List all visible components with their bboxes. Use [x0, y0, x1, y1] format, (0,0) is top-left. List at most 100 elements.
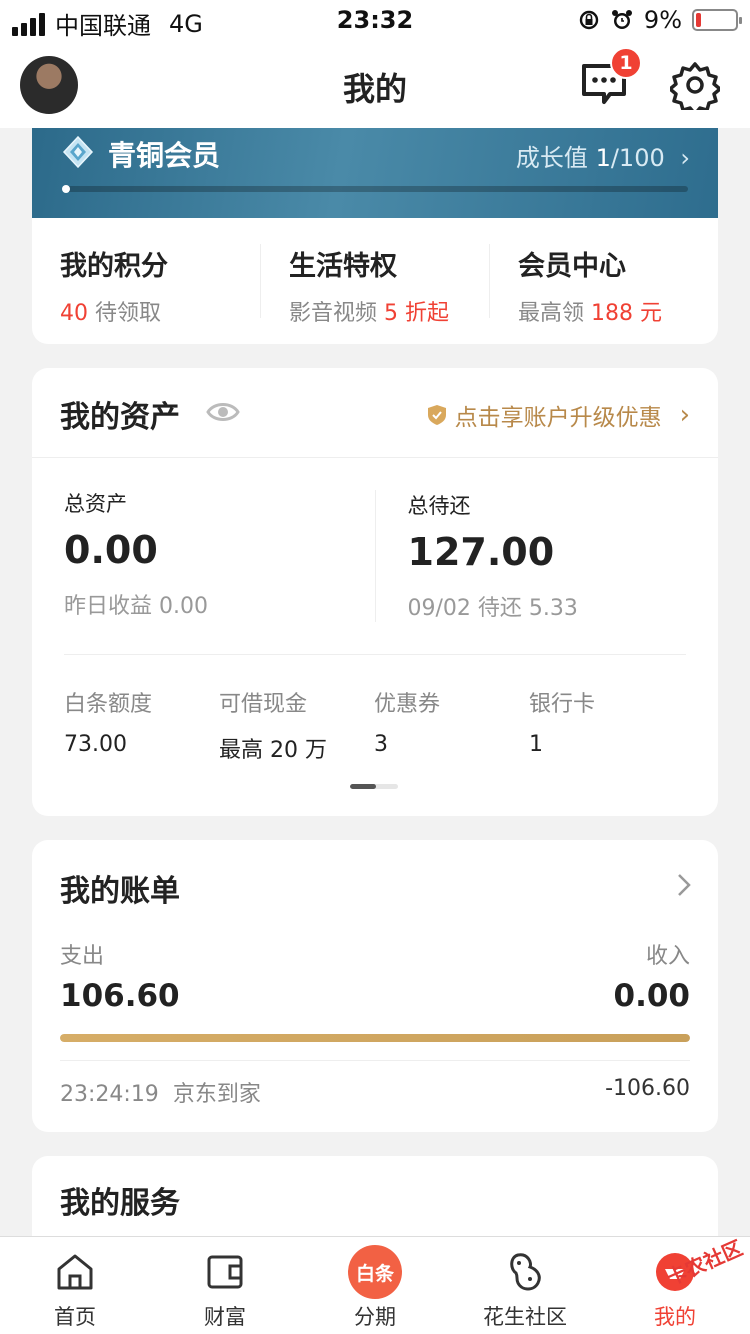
- asset-summary: 总资产 0.00 昨日收益 0.00 总待还 127.00 09/02 待还 5…: [32, 458, 718, 654]
- tab-bar: 首页 财富 白条 分期 花生社区 我的 卡农社区: [0, 1236, 750, 1334]
- peanut-icon: [510, 1253, 541, 1291]
- bill-card[interactable]: 我的账单 支出 收入 106.60 0.00 23:24:19 京东到家 -106…: [32, 840, 718, 1132]
- next-due: 09/02 待还 5.33: [407, 596, 578, 621]
- alarm-icon: [611, 10, 632, 29]
- points-count: 40: [60, 301, 88, 326]
- yesterday-earnings: 昨日收益 0.00: [64, 594, 208, 619]
- page-indicator-active: [350, 784, 376, 789]
- discount-text: 5 折起: [384, 301, 450, 326]
- upgrade-label: 点击享账户升级优惠: [454, 405, 662, 431]
- tab-label: 分期: [354, 1305, 396, 1329]
- battery-icon: [692, 9, 742, 31]
- tab-label: 财富: [204, 1305, 246, 1329]
- divider: [60, 1060, 690, 1061]
- total-due-value: 127.00: [407, 530, 555, 574]
- battery-fill: [696, 13, 701, 27]
- growth-current: 1: [595, 144, 611, 172]
- services-title: 我的服务: [60, 1186, 180, 1221]
- tab-home[interactable]: 首页: [0, 1237, 150, 1334]
- home-icon: [57, 1254, 93, 1290]
- perk-sub-text: 最高领: [518, 301, 585, 326]
- app-header: 我的 1: [0, 40, 750, 128]
- total-assets-label: 总资产: [64, 492, 127, 516]
- perk-life-privilege[interactable]: 生活特权 影音视频 5 折起: [261, 244, 490, 326]
- total-due-label: 总待还: [407, 494, 471, 518]
- bill-title: 我的账单: [60, 874, 180, 909]
- tab-label: 我的: [654, 1305, 696, 1329]
- perks-row: 我的积分 40 待领取 生活特权 影音视频 5 折起 会员中心 最高领 188 …: [32, 218, 718, 344]
- tab-installment[interactable]: 白条 分期: [300, 1237, 450, 1334]
- wallet-icon: [207, 1255, 243, 1289]
- perk-member-center[interactable]: 会员中心 最高领 188 元: [490, 244, 718, 326]
- last-transaction: 23:24:19 京东到家: [60, 1076, 261, 1108]
- battery-percent: 9%: [643, 6, 682, 34]
- tab-wealth[interactable]: 财富: [150, 1237, 300, 1334]
- cell-value: 73.00: [64, 732, 127, 757]
- perk-sub-text: 待领取: [95, 301, 162, 326]
- page-indicator: [350, 784, 398, 789]
- expense-bar-fill: [60, 1034, 690, 1042]
- chevron-right-icon[interactable]: [676, 872, 692, 898]
- baitiao-icon: 白条: [348, 1245, 402, 1299]
- chevron-right-icon: ›: [679, 400, 690, 430]
- perk-sub-text: 影音视频: [289, 301, 378, 326]
- watermark: 卡农社区: [663, 1235, 747, 1291]
- gear-icon[interactable]: [670, 60, 720, 110]
- growth-progress-fill: [62, 185, 70, 193]
- tab-mine[interactable]: 我的 卡农社区: [600, 1236, 750, 1334]
- expense-income-bar: [60, 1034, 690, 1042]
- growth-value[interactable]: 成长值 1/100 ›: [516, 138, 690, 173]
- cell-label: 优惠券: [374, 692, 441, 717]
- total-assets-value: 0.00: [64, 528, 158, 572]
- cell-label: 白条额度: [64, 692, 153, 717]
- tab-label: 花生社区: [483, 1305, 567, 1329]
- total-assets[interactable]: 总资产 0.00 昨日收益 0.00: [32, 458, 375, 654]
- coupons[interactable]: 优惠券 3: [374, 686, 529, 764]
- bronze-diamond-icon: [62, 136, 94, 168]
- cell-label: 银行卡: [529, 692, 596, 717]
- member-level: 青铜会员: [108, 139, 221, 172]
- divider: [64, 654, 686, 655]
- total-due[interactable]: 总待还 127.00 09/02 待还 5.33: [374, 490, 719, 622]
- cell-label: 可借现金: [219, 692, 308, 717]
- status-right: 9%: [578, 6, 742, 34]
- perk-sub: 影音视频 5 折起: [289, 295, 489, 327]
- asset-grid: 白条额度 73.00 可借现金 最高 20 万 优惠券 3 银行卡 1: [64, 686, 684, 764]
- chevron-right-icon: ›: [680, 144, 690, 172]
- expense-value: 106.60: [60, 978, 180, 1014]
- perk-points[interactable]: 我的积分 40 待领取: [32, 244, 261, 326]
- perk-sub: 最高领 188 元: [518, 295, 718, 327]
- perk-title: 会员中心: [518, 251, 626, 282]
- bank-cards[interactable]: 银行卡 1: [529, 686, 684, 764]
- growth-progress-track: [62, 185, 688, 193]
- orientation-lock-icon: [579, 10, 599, 30]
- perk-sub: 40 待领取: [60, 295, 260, 327]
- transaction-amount: -106.60: [605, 1076, 690, 1101]
- perk-title: 生活特权: [289, 251, 397, 282]
- income-value: 0.00: [613, 978, 691, 1014]
- tab-label: 首页: [54, 1305, 96, 1329]
- cell-value: 最高 20 万: [219, 738, 327, 763]
- growth-total: /100: [610, 144, 665, 172]
- income-label: 收入: [645, 944, 690, 969]
- cell-value: 1: [529, 732, 543, 757]
- shield-icon: [427, 405, 446, 425]
- borrowable-cash[interactable]: 可借现金 最高 20 万: [219, 686, 374, 764]
- member-banner[interactable]: 青铜会员 成长值 1/100 ›: [32, 128, 718, 218]
- perk-title: 我的积分: [60, 251, 168, 282]
- cell-value: 3: [374, 732, 388, 757]
- asset-header: 我的资产 点击享账户升级优惠 ›: [32, 368, 718, 458]
- growth-label: 成长值: [515, 144, 588, 172]
- status-bar: 中国联通 4G 23:32 9%: [0, 0, 750, 40]
- message-badge: 1: [610, 47, 642, 79]
- eye-icon[interactable]: [206, 398, 240, 426]
- baitiao-limit[interactable]: 白条额度 73.00: [64, 686, 219, 764]
- account-upgrade-link[interactable]: 点击享账户升级优惠 ›: [427, 398, 690, 432]
- member-card: 青铜会员 成长值 1/100 › 我的积分 40 待领取 生活特权 影音视频 5…: [32, 128, 718, 344]
- tab-peanut-community[interactable]: 花生社区: [450, 1237, 600, 1334]
- transaction-time: 23:24:19: [60, 1082, 159, 1107]
- max-reward-text: 188 元: [591, 301, 663, 326]
- asset-title: 我的资产: [60, 400, 180, 435]
- expense-label: 支出: [60, 944, 105, 969]
- asset-card: 我的资产 点击享账户升级优惠 › 总资产 0.00 昨日收益 0.00 总待还 …: [32, 368, 718, 816]
